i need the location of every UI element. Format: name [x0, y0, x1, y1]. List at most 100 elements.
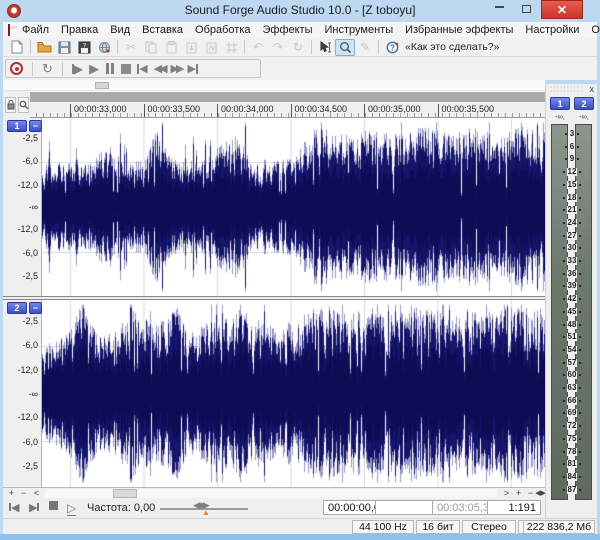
- paste-button[interactable]: [161, 39, 181, 56]
- magnify-button[interactable]: [18, 97, 29, 113]
- save-as-icon: ?: [78, 41, 91, 54]
- meter-tick: 27: [550, 232, 594, 240]
- menu-effects[interactable]: Эффекты: [257, 24, 319, 36]
- waveform-canvas-1[interactable]: [42, 118, 545, 296]
- pencil-icon: ✎: [360, 40, 370, 54]
- zoom-ratio-display[interactable]: 1:191: [487, 500, 541, 515]
- channel-2-collapse-button[interactable]: −: [29, 302, 42, 314]
- waveform-channel-1[interactable]: 1 − -2,5-6,0-12,0-∞-12,0-6,0-2,5: [3, 118, 545, 296]
- paste-mix-button[interactable]: [201, 39, 221, 56]
- menu-favorites[interactable]: Избранные эффекты: [399, 24, 519, 36]
- playbar-play-button[interactable]: ▷: [67, 501, 76, 516]
- overview-bar[interactable]: [30, 91, 545, 102]
- db-label: -∞: [29, 202, 38, 212]
- meter-tick: 69: [550, 409, 594, 417]
- meter-scale: 3691215182124273033363942454851545760636…: [546, 124, 598, 500]
- meter-tick: 66: [550, 397, 594, 405]
- menu-insert[interactable]: Вставка: [136, 24, 189, 36]
- new-file-button[interactable]: [7, 39, 27, 56]
- db-label: -12,0: [17, 365, 38, 375]
- magnify-tool-button[interactable]: [335, 39, 355, 56]
- channel-2-button[interactable]: 2: [7, 302, 27, 314]
- db-label: -12,0: [17, 412, 38, 422]
- playbar-stop-button[interactable]: [49, 501, 58, 513]
- loop-playback-button[interactable]: ↻: [42, 60, 53, 77]
- lock-button[interactable]: [5, 97, 16, 113]
- menu-options[interactable]: Настройки: [519, 24, 585, 36]
- paste-mix-icon: [206, 41, 217, 54]
- position-thumb[interactable]: [95, 82, 109, 89]
- svg-text:?: ?: [390, 43, 395, 52]
- edit-tool-button[interactable]: [315, 39, 335, 56]
- meter-tick: 81: [550, 460, 594, 468]
- panel-drag-handle[interactable]: ····················: [550, 86, 584, 93]
- repeat-button[interactable]: ↻: [288, 39, 308, 56]
- maximize-button[interactable]: [513, 0, 539, 19]
- channel-1-collapse-button[interactable]: −: [29, 120, 42, 132]
- meter-tick: 54: [550, 346, 594, 354]
- save-button[interactable]: [54, 39, 74, 56]
- play-all-button[interactable]: ▶: [72, 60, 83, 77]
- trim-button[interactable]: [221, 39, 241, 56]
- meter-tick: 33: [550, 257, 594, 265]
- selection-display[interactable]: [375, 500, 435, 515]
- menu-view[interactable]: Вид: [104, 24, 136, 36]
- length-display[interactable]: 00:03:05,313: [432, 500, 490, 515]
- rewind-button[interactable]: ◀◀: [154, 60, 165, 77]
- waveform-canvas-2[interactable]: [42, 300, 545, 487]
- cut-button[interactable]: ✂: [121, 39, 141, 56]
- file-position-bar[interactable]: [3, 80, 545, 91]
- meter-channel-1-button[interactable]: 1: [550, 97, 570, 110]
- db-label: -6,0: [22, 248, 38, 258]
- menu-file[interactable]: Файл: [16, 24, 55, 36]
- pause-button[interactable]: [105, 60, 115, 77]
- channel-1-button[interactable]: 1: [7, 120, 27, 132]
- open-button[interactable]: [34, 39, 54, 56]
- db-scale-channel-2: -2,5-6,0-12,0-∞-12,0-6,0-2,5: [3, 300, 42, 487]
- time-ruler[interactable]: 00:00:33,000 00:00:33,500 00:00:34,000 0…: [30, 102, 545, 118]
- record-button[interactable]: [10, 60, 23, 77]
- scroll-left-button[interactable]: <: [30, 488, 43, 499]
- meter-tick: 12: [550, 168, 594, 176]
- copy-button[interactable]: [141, 39, 161, 56]
- howto-label[interactable]: «Как это сделать?»: [405, 41, 499, 53]
- scroll-track[interactable]: [45, 489, 497, 498]
- redo-button[interactable]: ↷: [268, 39, 288, 56]
- meter-tick: 48: [550, 321, 594, 329]
- menu-window[interactable]: Окно: [585, 24, 600, 36]
- playbar-go-end-button[interactable]: ▶: [29, 501, 39, 514]
- zoom-scroll-bar: + − < > + − ◀▶: [3, 487, 545, 499]
- db-label: -2,5: [22, 271, 38, 281]
- publish-button[interactable]: [94, 39, 114, 56]
- minimize-button[interactable]: [487, 0, 511, 19]
- meter-channel-2-button[interactable]: 2: [574, 97, 594, 110]
- pencil-tool-button[interactable]: ✎: [355, 39, 375, 56]
- undo-icon: ↶: [253, 40, 263, 54]
- playbar-go-start-button[interactable]: ◀: [9, 501, 19, 514]
- howto-button[interactable]: ?: [382, 39, 402, 56]
- main-toolbar: ? ✂ ↶ ↷ ↻ ✎: [3, 38, 597, 57]
- open-folder-icon: [37, 41, 52, 53]
- waveform-channel-2[interactable]: 2 − -2,5-6,0-12,0-∞-12,0-6,0-2,5: [3, 300, 545, 487]
- paste-special-button[interactable]: [181, 39, 201, 56]
- forward-button[interactable]: ▶▶: [171, 60, 182, 77]
- menu-tools[interactable]: Инструменты: [319, 24, 400, 36]
- go-to-start-button[interactable]: ◀: [137, 60, 147, 77]
- menu-process[interactable]: Обработка: [189, 24, 256, 36]
- meter-tick: 3: [550, 130, 594, 138]
- redo-icon: ↷: [273, 40, 283, 54]
- meter-tick: 36: [550, 270, 594, 278]
- play-button[interactable]: ▶: [89, 60, 99, 77]
- zoom-out-time-button[interactable]: −: [17, 488, 30, 499]
- menu-edit[interactable]: Правка: [55, 24, 104, 36]
- play-icon: ▶: [89, 61, 99, 77]
- stop-button[interactable]: [121, 60, 131, 77]
- go-to-end-button[interactable]: ▶: [187, 60, 197, 77]
- scroll-thumb[interactable]: [113, 489, 137, 498]
- db-label: -6,0: [22, 156, 38, 166]
- meter-tick: 6: [550, 143, 594, 151]
- panel-close-icon[interactable]: x: [590, 85, 595, 94]
- save-as-button[interactable]: ?: [74, 39, 94, 56]
- close-button[interactable]: ✕: [541, 0, 583, 19]
- undo-button[interactable]: ↶: [248, 39, 268, 56]
